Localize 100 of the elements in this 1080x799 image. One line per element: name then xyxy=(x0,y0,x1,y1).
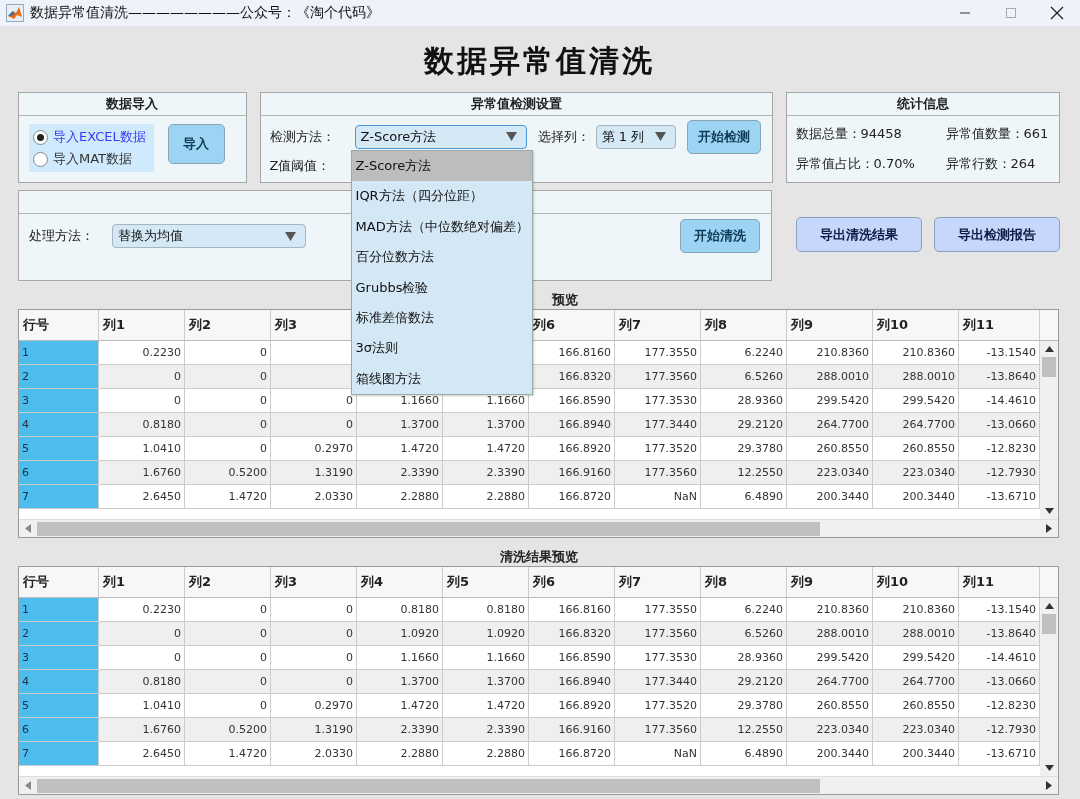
column-header[interactable]: 列10 xyxy=(873,567,959,597)
process-method-dropdown[interactable]: 替换为均值 xyxy=(112,224,306,248)
column-header[interactable]: 列3 xyxy=(271,567,357,597)
export-button[interactable]: 导出清洗结果 xyxy=(796,217,922,252)
column-header[interactable]: 列8 xyxy=(701,310,787,340)
table-cell: 6.4890 xyxy=(701,485,787,508)
dropdown-item[interactable]: 百分位数方法 xyxy=(351,242,532,273)
table-cell: 28.9360 xyxy=(701,646,787,669)
table-cell: 0 xyxy=(271,646,357,669)
scroll-thumb[interactable] xyxy=(1042,614,1056,634)
table-cell: 166.8160 xyxy=(529,598,615,621)
radio-option[interactable]: 导入MAT数据 xyxy=(33,150,146,168)
table-cell: 264.7700 xyxy=(873,413,959,436)
column-header[interactable]: 列7 xyxy=(615,310,701,340)
column-header[interactable]: 列5 xyxy=(443,567,529,597)
table-cell: 0 xyxy=(185,365,271,388)
table-cell: 177.3560 xyxy=(615,365,701,388)
table-cell: 0.8180 xyxy=(357,598,443,621)
column-header[interactable]: 列9 xyxy=(787,310,873,340)
table-cell: 260.8550 xyxy=(787,694,873,717)
table-cell: 1.0920 xyxy=(357,622,443,645)
dropdown-item[interactable]: Z-Score方法 xyxy=(351,151,532,182)
page-heading: 数据异常值清洗 xyxy=(422,42,656,80)
radio-option[interactable]: 导入EXCEL数据 xyxy=(33,128,146,146)
stat-text: 异常行数：264 xyxy=(945,155,1037,173)
column-header[interactable]: 列10 xyxy=(873,310,959,340)
table-cell: 0 xyxy=(99,622,185,645)
column-header[interactable]: 列1 xyxy=(99,567,185,597)
table-cell: 177.3530 xyxy=(615,389,701,412)
column-header[interactable]: 列4 xyxy=(357,567,443,597)
table-cell: 260.8550 xyxy=(873,437,959,460)
start-clean-button[interactable]: 开始清洗 xyxy=(680,219,760,253)
column-header[interactable]: 列1 xyxy=(99,310,185,340)
table-cell: 2.2880 xyxy=(443,742,529,765)
table-cell: 166.8720 xyxy=(529,742,615,765)
column-header[interactable]: 列2 xyxy=(185,567,271,597)
caret-icon xyxy=(505,132,517,141)
export-button[interactable]: 导出检测报告 xyxy=(934,217,1060,252)
table-cell: 264.7700 xyxy=(787,670,873,693)
row-number: 6 xyxy=(19,461,99,484)
column-header[interactable]: 列7 xyxy=(615,567,701,597)
table-cell: 2.3390 xyxy=(357,718,443,741)
column-header[interactable]: 行号 xyxy=(19,310,99,340)
start-detect-button[interactable]: 开始检测 xyxy=(686,119,761,154)
horizontal-scrollbar[interactable] xyxy=(19,776,1058,794)
table-cell: 2.6450 xyxy=(99,485,185,508)
table-cell: 0 xyxy=(185,670,271,693)
column-header[interactable]: 列3 xyxy=(271,310,357,340)
field-label: 选择列： xyxy=(537,127,590,146)
table-title: 清洗结果预览 xyxy=(500,548,578,566)
scroll-thumb[interactable] xyxy=(37,778,820,793)
vertical-scrollbar[interactable] xyxy=(1040,598,1058,776)
table-cell: 1.3700 xyxy=(443,670,529,693)
radio-icon[interactable] xyxy=(33,129,48,145)
table-cell: 0 xyxy=(185,413,271,436)
table-cell: 210.8360 xyxy=(873,341,959,364)
table-cell: 166.8590 xyxy=(529,389,615,412)
table-cell: 166.9160 xyxy=(529,461,615,484)
table-cell: 2.0330 xyxy=(271,485,357,508)
table-cell: 1.3700 xyxy=(443,413,529,436)
table-cell: 1.1660 xyxy=(443,646,529,669)
import-button[interactable]: 导入 xyxy=(167,124,225,164)
horizontal-scrollbar[interactable] xyxy=(19,519,1058,537)
table-title: 预览 xyxy=(552,291,578,309)
column-header[interactable]: 列8 xyxy=(701,567,787,597)
table-cell: 0.5200 xyxy=(185,461,271,484)
radio-icon[interactable] xyxy=(33,151,48,167)
table-cell: 177.3520 xyxy=(615,694,701,717)
table-cell: 210.8360 xyxy=(787,341,873,364)
method-dropdown[interactable]: Z-Score方法 xyxy=(354,124,527,149)
dropdown-item[interactable]: IQR方法（四分位距） xyxy=(351,181,532,212)
column-dropdown[interactable]: 第 1 列 xyxy=(595,124,676,149)
column-header[interactable]: 列11 xyxy=(959,310,1040,340)
table-cell: 1.1660 xyxy=(357,646,443,669)
table-cell: 1.3700 xyxy=(357,413,443,436)
table-cell: 299.5420 xyxy=(787,646,873,669)
column-header[interactable]: 列2 xyxy=(185,310,271,340)
table-cell: 288.0010 xyxy=(787,622,873,645)
table-cell: 210.8360 xyxy=(873,598,959,621)
column-header[interactable]: 列6 xyxy=(529,310,615,340)
column-header[interactable]: 列9 xyxy=(787,567,873,597)
table-cell: 299.5420 xyxy=(873,646,959,669)
table-cell: 1.0920 xyxy=(443,622,529,645)
dropdown-item[interactable]: MAD方法（中位数绝对偏差） xyxy=(351,211,532,243)
column-header[interactable]: 行号 xyxy=(19,567,99,597)
column-header[interactable]: 列6 xyxy=(529,567,615,597)
field-label: 检测方法： xyxy=(269,127,335,146)
column-header[interactable]: 列11 xyxy=(959,567,1040,597)
table-cell: 166.8320 xyxy=(529,622,615,645)
table-cell: 223.0340 xyxy=(873,718,959,741)
table-cell: 1.4720 xyxy=(185,485,271,508)
dropdown-item[interactable]: Grubbs检验 xyxy=(351,272,532,303)
table-cell: 6.5260 xyxy=(701,622,787,645)
scroll-thumb[interactable] xyxy=(37,521,820,536)
table-cell: 166.8920 xyxy=(529,694,615,717)
table-cell: 0 xyxy=(185,622,271,645)
table-cell: 0 xyxy=(271,389,357,412)
scroll-thumb[interactable] xyxy=(1042,357,1056,377)
vertical-scrollbar[interactable] xyxy=(1040,341,1058,519)
table-cell: 29.2120 xyxy=(701,670,787,693)
